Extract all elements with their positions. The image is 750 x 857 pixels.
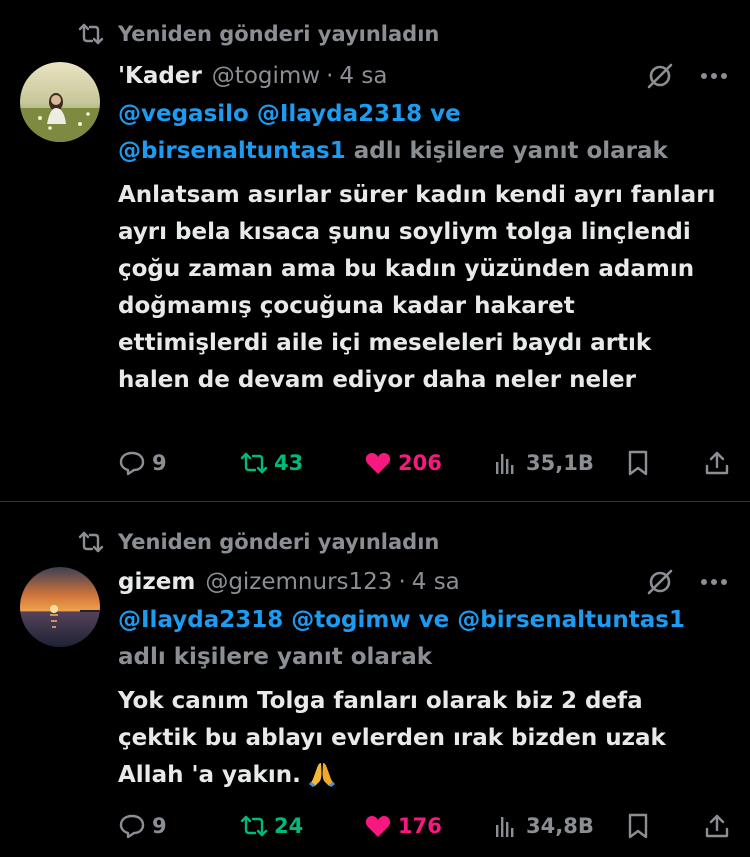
mention-link[interactable]: @Ilayda2318	[257, 101, 422, 127]
action-bar: 9 43 206 35,1B	[118, 450, 730, 476]
tweet-text-content: Yok canım Tolga fanları olarak biz 2 def…	[118, 688, 666, 788]
retweet-icon	[240, 815, 268, 837]
like-count: 176	[398, 814, 442, 838]
repost-label: Yeniden gönderi yayınladın	[118, 530, 440, 554]
avatar[interactable]	[20, 62, 100, 142]
like-button[interactable]: 176	[364, 813, 492, 839]
reply-button[interactable]: 9	[118, 450, 240, 476]
heart-icon	[365, 453, 391, 474]
more-options-icon[interactable]	[700, 578, 728, 586]
retweet-count: 43	[274, 451, 304, 475]
user-handle[interactable]: @gizemnurs123	[205, 569, 392, 595]
reply-suffix: adlı kişilere yanıt olarak	[118, 644, 433, 670]
repost-icon	[78, 531, 104, 553]
views-button[interactable]: 34,8B	[492, 813, 627, 839]
tweet-header: 'Kader @togimw · 4 sa	[118, 58, 728, 94]
tweet[interactable]: Yeniden gönderi yayınladın gizem @gizemn…	[0, 502, 750, 857]
reply-context: @vegasilo @Ilayda2318 ve @birsenaltuntas…	[118, 96, 728, 170]
tweet-text: Yok canım Tolga fanları olarak biz 2 def…	[118, 683, 698, 794]
mention-link[interactable]: @Ilayda2318	[118, 607, 283, 633]
reply-suffix: adlı kişilere yanıt olarak	[353, 138, 668, 164]
mention-link[interactable]: @birsenaltuntas1	[118, 138, 346, 164]
like-button[interactable]: 206	[364, 450, 492, 476]
avatar[interactable]	[20, 567, 100, 647]
repost-indicator: Yeniden gönderi yayınladın	[78, 22, 439, 46]
tweet[interactable]: Yeniden gönderi yayınladın 'Kader @togim…	[0, 0, 750, 502]
mention-link[interactable]: @vegasilo	[118, 101, 249, 127]
grok-icon[interactable]	[646, 62, 674, 90]
mention-link[interactable]: @togimw	[291, 607, 410, 633]
timestamp[interactable]: 4 sa	[412, 569, 460, 595]
reply-count: 9	[152, 451, 167, 475]
repost-indicator: Yeniden gönderi yayınladın	[78, 530, 439, 554]
share-icon[interactable]	[704, 450, 730, 476]
reply-icon	[119, 814, 145, 839]
reply-count: 9	[152, 814, 167, 838]
action-bar: 9 24 176 34,8B	[118, 813, 730, 839]
views-button[interactable]: 35,1B	[492, 450, 627, 476]
retweet-icon	[240, 452, 268, 474]
repost-icon	[78, 23, 104, 45]
mention-link[interactable]: @birsenaltuntas1	[457, 607, 685, 633]
display-name[interactable]: gizem	[118, 569, 195, 595]
views-count: 35,1B	[526, 451, 594, 475]
reply-and: ve	[430, 101, 461, 127]
grok-icon[interactable]	[646, 568, 674, 596]
reply-context: @Ilayda2318 @togimw ve @birsenaltuntas1 …	[118, 602, 728, 676]
bookmark-icon[interactable]	[627, 450, 649, 476]
repost-label: Yeniden gönderi yayınladın	[118, 22, 440, 46]
user-handle[interactable]: @togimw	[212, 63, 320, 89]
tweet-text: Anlatsam asırlar sürer kadın kendi ayrı …	[118, 182, 716, 393]
folded-hands-icon	[308, 763, 335, 787]
more-options-icon[interactable]	[700, 72, 728, 80]
retweet-button[interactable]: 43	[240, 450, 364, 476]
share-icon[interactable]	[704, 813, 730, 839]
separator-dot: ·	[398, 569, 406, 595]
views-icon	[496, 817, 514, 837]
bookmark-icon[interactable]	[627, 813, 649, 839]
reply-icon	[119, 451, 145, 476]
views-count: 34,8B	[526, 814, 594, 838]
like-count: 206	[398, 451, 442, 475]
retweet-button[interactable]: 24	[240, 813, 364, 839]
display-name[interactable]: 'Kader	[118, 63, 202, 89]
views-icon	[496, 454, 514, 474]
timestamp[interactable]: 4 sa	[339, 63, 387, 89]
retweet-count: 24	[274, 814, 304, 838]
tweet-header: gizem @gizemnurs123 · 4 sa	[118, 564, 728, 600]
reply-button[interactable]: 9	[118, 813, 240, 839]
separator-dot: ·	[326, 63, 334, 89]
reply-and: ve	[418, 607, 450, 633]
heart-icon	[365, 816, 391, 837]
